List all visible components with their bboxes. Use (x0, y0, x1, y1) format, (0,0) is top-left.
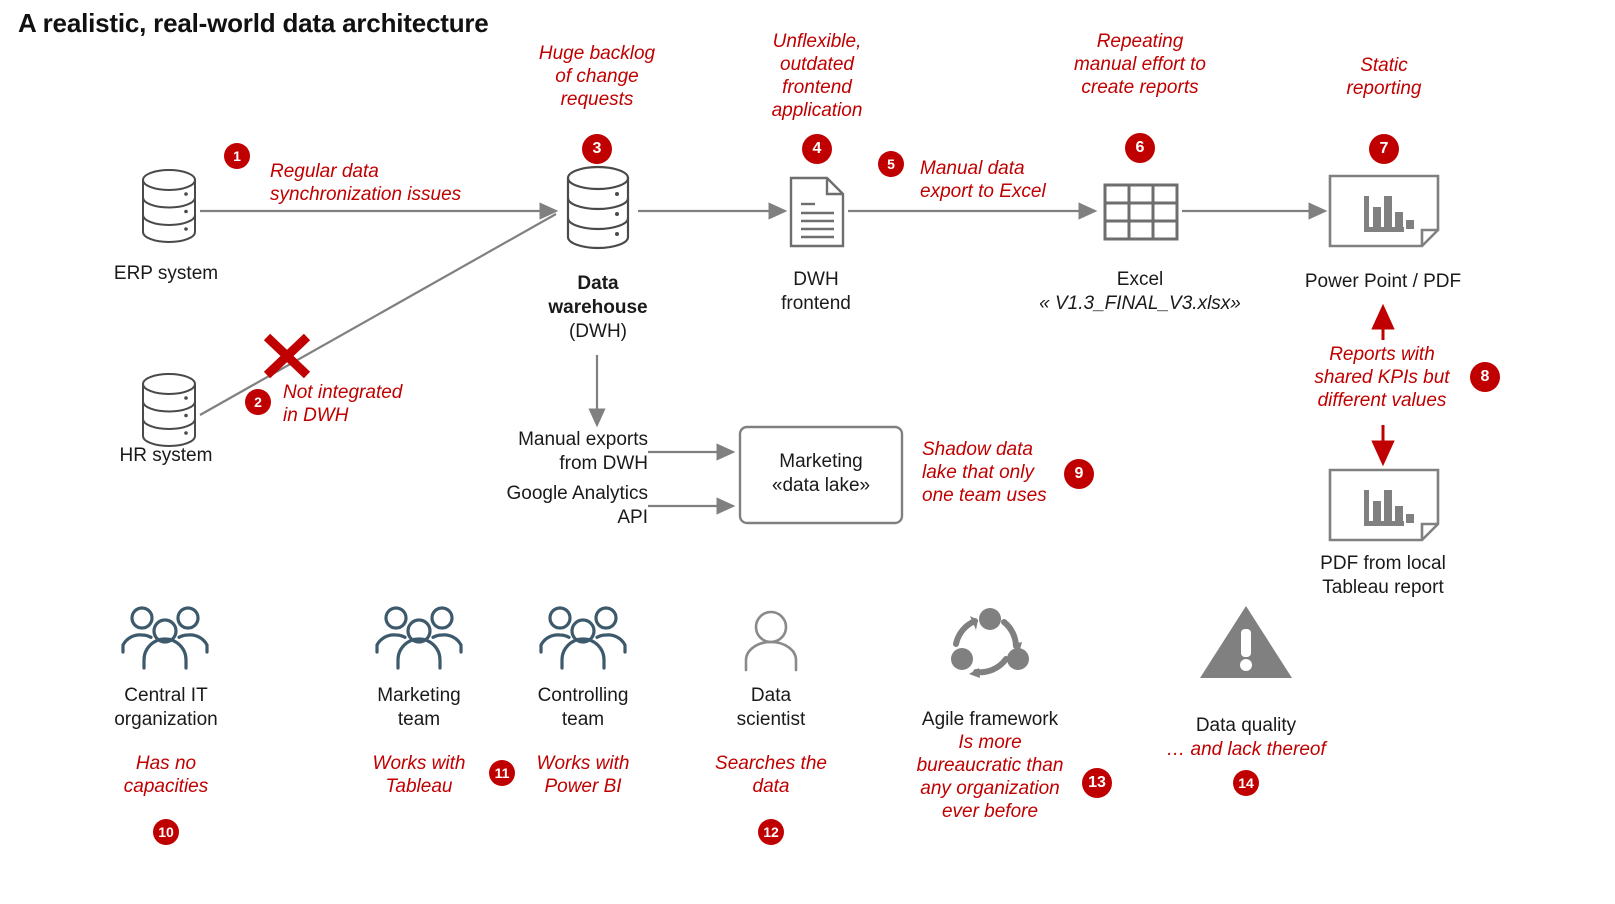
actor-label-central-it: Central IT organization (114, 685, 218, 730)
annotation-badge-1[interactable]: 1 (224, 143, 250, 169)
annotation-badge-2[interactable]: 2 (245, 389, 271, 415)
actor-label-data-scientist: Data scientist (736, 685, 806, 730)
database-icon (140, 168, 198, 249)
annotation-badge-5[interactable]: 5 (878, 151, 904, 177)
annotation-badge-13[interactable]: 13 (1082, 768, 1112, 798)
node-label-dwh-sub: (DWH) (568, 321, 628, 342)
actor-note-central-it: Has no capacities (123, 753, 209, 797)
annotation-badge-4[interactable]: 4 (802, 134, 832, 164)
people-group-icon (372, 604, 466, 675)
annotation-text-5: Manual data export to Excel (920, 158, 1046, 202)
annotation-badge-9[interactable]: 9 (1064, 459, 1094, 489)
people-group-icon (118, 604, 212, 675)
page-title: A realistic, real-world data architectur… (18, 8, 489, 38)
annotation-badge-12[interactable]: 12 (758, 819, 784, 845)
node-label-excel: Excel (1116, 269, 1164, 290)
actor-note-controlling: Works with Power BI (536, 753, 630, 797)
actor-note-agile: Is more bureaucratic than any organizati… (916, 732, 1064, 822)
actor-label-agile: Agile framework (921, 709, 1059, 730)
annotation-badge-8[interactable]: 8 (1470, 362, 1500, 392)
actor-label-controlling: Controlling team (537, 685, 629, 730)
node-label-excel-filename: « V1.3_FINAL_V3.xlsx» (1039, 293, 1241, 314)
document-icon (789, 176, 845, 253)
annotation-badge-3[interactable]: 3 (582, 134, 612, 164)
annotation-text-6: Repeating manual effort to create report… (1073, 31, 1207, 98)
annotation-text-1: Regular data synchronization issues (270, 161, 462, 205)
annotation-text-7: Static reporting (1346, 55, 1422, 99)
node-label-erp: ERP system (113, 263, 219, 284)
database-icon (565, 165, 631, 256)
node-label-tableau-pdf: PDF from local Tableau report (1320, 553, 1446, 598)
annotation-text-4: Unflexible, outdated frontend applicatio… (771, 31, 863, 121)
edge-label-google-analytics: Google Analytics API (506, 483, 648, 528)
report-chart-icon (1328, 174, 1440, 253)
annotation-text-2: Not integrated in DWH (283, 382, 403, 426)
people-group-icon (536, 604, 630, 675)
database-icon (140, 372, 198, 453)
cross-out-icon (263, 333, 311, 379)
annotation-text-3: Huge backlog of change requests (538, 43, 656, 110)
actor-note-data-quality: … and lack thereof (1166, 739, 1326, 760)
node-label-frontend: DWH frontend (781, 269, 851, 314)
report-chart-icon (1328, 468, 1440, 547)
actor-label-data-quality: Data quality (1195, 715, 1297, 736)
node-label-powerpoint: Power Point / PDF (1304, 271, 1462, 292)
annotation-text-8: Reports with shared KPIs but different v… (1314, 344, 1450, 411)
node-label-datalake: Marketing «data lake» (771, 451, 871, 496)
annotation-badge-14[interactable]: 14 (1233, 770, 1259, 796)
annotation-badge-7[interactable]: 7 (1369, 134, 1399, 164)
node-label-dwh: Data warehouse (548, 273, 648, 318)
annotation-badge-6[interactable]: 6 (1125, 133, 1155, 163)
annotation-badge-10[interactable]: 10 (153, 819, 179, 845)
person-icon (742, 610, 800, 677)
actor-note-data-scientist: Searches the data (715, 753, 827, 797)
edge-label-manual-exports: Manual exports from DWH (518, 429, 648, 474)
node-label-hr: HR system (119, 445, 213, 466)
cycle-icon (944, 604, 1036, 685)
warning-icon (1198, 603, 1294, 686)
